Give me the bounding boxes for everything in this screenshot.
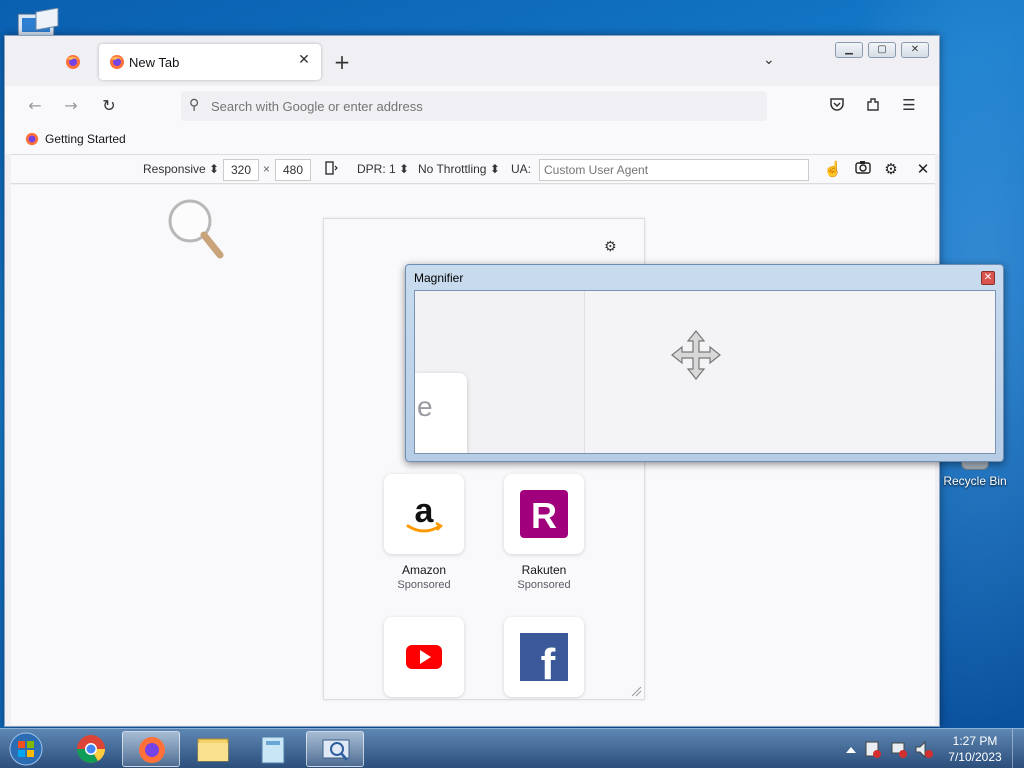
clock-time: 1:27 PM (952, 734, 998, 748)
folder-icon (197, 738, 229, 762)
touch-simulation-icon[interactable]: ☝ (823, 160, 843, 178)
bookmark-getting-started[interactable]: Getting Started (25, 132, 126, 146)
close-window-button[interactable]: ✕ (901, 42, 929, 58)
dimension-separator: × (263, 162, 271, 176)
recycle-bin-label: Recycle Bin (943, 474, 1007, 488)
maximize-button[interactable]: ▢ (868, 42, 896, 58)
viewport-height-input[interactable]: 480 (275, 159, 311, 181)
top-site-tile-youtube[interactable] (384, 617, 464, 697)
tab-title: New Tab (129, 55, 180, 70)
firefox-icon (66, 55, 80, 69)
throttling-selector[interactable]: No Throttling ⬍ (418, 162, 500, 176)
back-arrow-icon[interactable]: ← (25, 96, 45, 115)
taskbar-chrome[interactable] (62, 731, 120, 767)
tab-new-tab[interactable]: New Tab ✕ (99, 44, 321, 80)
taskbar-firefox[interactable] (122, 731, 180, 767)
youtube-icon (406, 645, 442, 669)
magnifier-cursor-icon (166, 199, 230, 266)
ua-label: UA: (511, 162, 532, 176)
responsive-design-toolbar: Responsive ⬍ 320 × 480 DPR: 1 ⬍ No Throt… (11, 154, 935, 184)
document-app-icon (261, 736, 285, 764)
device-selector[interactable]: Responsive ⬍ (143, 162, 219, 176)
magnifier-window[interactable]: Magnifier ✕ e (405, 264, 1004, 462)
firefox-icon (25, 132, 39, 146)
reload-icon[interactable]: ↻ (99, 96, 119, 115)
pocket-icon[interactable] (827, 96, 847, 116)
taskbar-clock[interactable]: 1:27 PM 7/10/2023 (940, 733, 1010, 765)
tab-bar: New Tab ✕ + ⌄ ▁ ▢ ✕ (5, 36, 939, 86)
svg-text:a: a (415, 492, 435, 530)
chevron-down-icon[interactable]: ⌄ (763, 52, 775, 68)
resize-grip-icon[interactable] (630, 685, 642, 697)
show-desktop-button[interactable] (1012, 729, 1024, 768)
taskbar: 1:27 PM 7/10/2023 (0, 728, 1024, 768)
system-tray (842, 729, 938, 768)
zoomed-text: e (417, 391, 433, 422)
bookmarks-toolbar: Getting Started (5, 126, 939, 154)
close-tab-icon[interactable]: ✕ (295, 52, 313, 68)
address-bar[interactable]: ⚲ (181, 91, 767, 121)
newtab-settings-gear-icon[interactable]: ⚙ (604, 239, 617, 255)
magnifier-view: e (414, 290, 996, 454)
taskbar-file-explorer[interactable] (184, 731, 242, 767)
tab-firefox[interactable] (57, 52, 87, 74)
amazon-icon: a (406, 492, 444, 533)
windows-logo-icon (9, 732, 43, 766)
desktop-computer-icon[interactable] (14, 7, 62, 38)
svg-text:f: f (541, 640, 556, 689)
tile-sponsored-label: Sponsored (397, 579, 451, 591)
action-center-icon[interactable] (865, 741, 881, 758)
extensions-icon[interactable] (863, 96, 883, 116)
address-input[interactable] (211, 95, 751, 117)
tile-sponsored-label: Sponsored (517, 579, 571, 591)
rotate-viewport-icon[interactable] (321, 160, 341, 180)
new-tab-button[interactable]: + (331, 50, 353, 74)
bookmark-label: Getting Started (45, 132, 126, 146)
navigation-toolbar: ← → ↻ ⚲ ☰ (5, 86, 939, 126)
top-site-tile-amazon[interactable]: a (384, 474, 464, 554)
taskbar-magnifier[interactable] (306, 731, 364, 767)
minimize-button[interactable]: ▁ (835, 42, 863, 58)
magnifier-app-icon (322, 739, 350, 761)
camera-icon[interactable] (853, 160, 873, 178)
svg-text:R: R (531, 495, 557, 536)
tile-label: Rakuten (521, 563, 567, 577)
magnifier-close-button[interactable]: ✕ (981, 271, 995, 285)
user-agent-input[interactable] (539, 159, 809, 181)
search-icon: ⚲ (189, 97, 200, 113)
move-cursor-icon (671, 330, 721, 380)
firefox-icon (110, 55, 124, 69)
hamburger-menu-icon[interactable]: ☰ (899, 96, 919, 114)
network-icon[interactable] (891, 742, 907, 758)
chrome-icon (77, 735, 105, 763)
show-hidden-icons-icon[interactable] (846, 747, 856, 753)
start-button[interactable] (6, 731, 46, 767)
dpr-selector[interactable]: DPR: 1 ⬍ (357, 162, 409, 176)
rakuten-icon: R (520, 490, 568, 538)
facebook-icon: f (520, 633, 568, 689)
close-rdm-icon[interactable]: ✕ (913, 160, 933, 178)
volume-muted-icon[interactable] (915, 740, 933, 759)
top-site-tile-facebook[interactable]: f (504, 617, 584, 697)
firefox-icon (139, 737, 165, 763)
forward-arrow-icon[interactable]: → (61, 96, 81, 115)
magnifier-title: Magnifier (414, 271, 464, 285)
taskbar-app[interactable] (244, 731, 302, 767)
settings-gear-icon[interactable]: ⚙ (881, 160, 901, 178)
viewport-width-input[interactable]: 320 (223, 159, 259, 181)
top-site-tile-rakuten[interactable]: R (504, 474, 584, 554)
clock-date: 7/10/2023 (948, 750, 1002, 764)
tile-label: Amazon (401, 563, 447, 577)
